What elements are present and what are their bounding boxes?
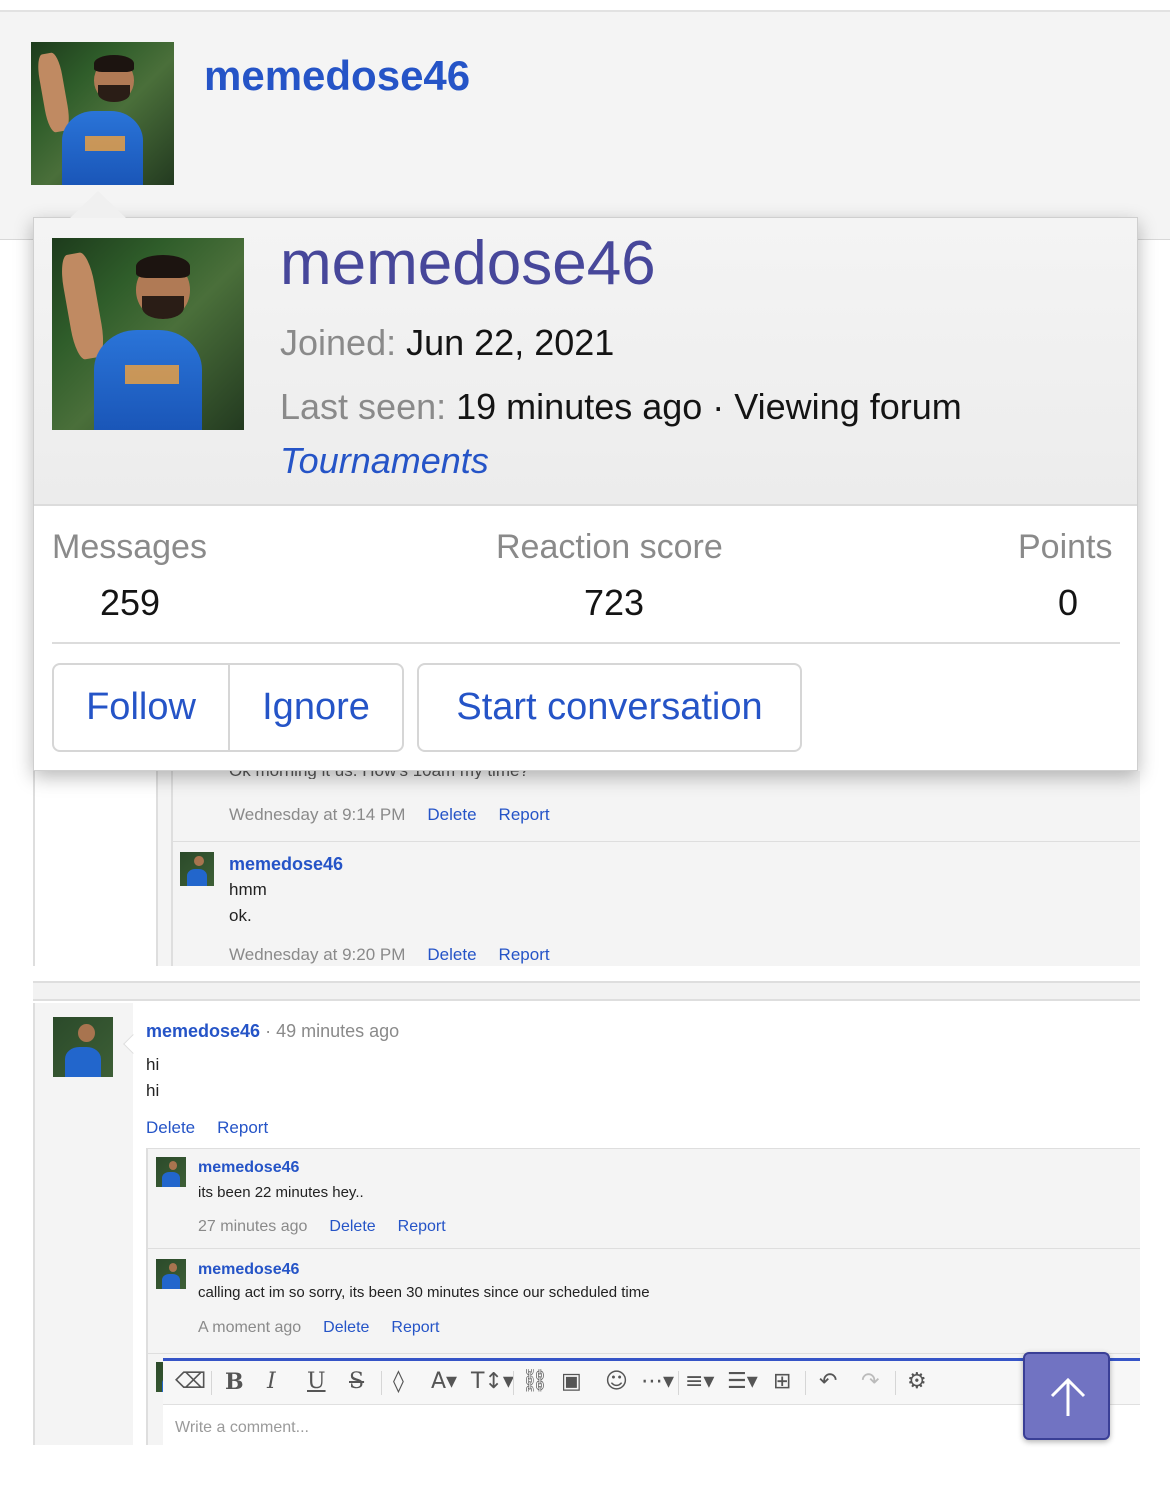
messages-label: Messages	[52, 528, 207, 566]
reply-avatar[interactable]	[180, 852, 214, 886]
reply-item: memedose46 calling act im so sorry, its …	[146, 1248, 1140, 1358]
redo-icon[interactable]: ↷	[861, 1369, 879, 1394]
post-header: memedose46 · 49 minutes ago	[146, 1021, 399, 1042]
post-text-line: hi	[146, 1081, 160, 1100]
reply-username[interactable]: memedose46	[198, 1159, 299, 1177]
reply-username[interactable]: memedose46	[229, 854, 343, 875]
italic-icon[interactable]: I	[267, 1369, 276, 1394]
link-icon[interactable]: ⛓	[521, 1369, 549, 1394]
report-link[interactable]: Report	[499, 805, 550, 824]
last-seen-label: Last seen:	[280, 386, 447, 427]
report-link[interactable]: Report	[217, 1118, 268, 1137]
joined-label: Joined:	[280, 322, 397, 363]
font-size-icon[interactable]: T↕▾	[471, 1369, 514, 1394]
underline-icon[interactable]: U	[307, 1369, 326, 1394]
reply-meta: 27 minutes ago Delete Report	[198, 1218, 446, 1236]
font-color-icon[interactable]: A▾	[431, 1369, 457, 1394]
arrow-up-icon	[1050, 1377, 1086, 1416]
delete-link[interactable]: Delete	[146, 1118, 195, 1137]
undo-icon[interactable]: ↶	[819, 1369, 837, 1394]
messages-value[interactable]: 259	[100, 582, 160, 624]
eraser-icon[interactable]: ⌫	[175, 1369, 206, 1394]
post-actions: Delete Report	[124, 1118, 268, 1138]
reply-meta: Wednesday at 9:14 PM Delete Report	[229, 805, 550, 825]
last-seen-row: Last seen: 19 minutes ago · Viewing foru…	[280, 386, 962, 428]
editor-toolbar: ⌫ B I U S ◊ A▾ T↕▾ ⛓ ▣ ☺ ⋯▾ ≡▾ ☰▾ ⊞ ↶ ↷ …	[163, 1361, 1140, 1405]
post-time: · 49 minutes ago	[265, 1021, 400, 1041]
post-username[interactable]: memedose46	[146, 1021, 260, 1041]
member-tooltip-card: memedose46 Joined: Jun 22, 2021 Last see…	[33, 217, 1138, 771]
report-link[interactable]: Report	[398, 1218, 446, 1235]
forum-link[interactable]: Tournaments	[280, 440, 489, 482]
emoji-icon[interactable]: ☺	[605, 1369, 628, 1394]
last-seen-value: 19 minutes ago · Viewing forum	[456, 386, 962, 427]
joined-value: Jun 22, 2021	[406, 322, 615, 363]
reaction-score-value: 723	[584, 582, 645, 623]
reply-time: A moment ago	[198, 1319, 302, 1336]
joined-row: Joined: Jun 22, 2021	[280, 322, 614, 364]
report-link[interactable]: Report	[391, 1319, 439, 1336]
card-username[interactable]: memedose46	[280, 228, 656, 299]
color-drop-icon[interactable]: ◊	[393, 1369, 404, 1394]
reply-item: memedose46 its been 22 minutes hey.. 27 …	[146, 1148, 1140, 1248]
post-text-line: hi	[146, 1055, 160, 1074]
thread-a: Ok morning it us. How's 10am my time? We…	[33, 767, 1140, 966]
list-icon[interactable]: ☰▾	[727, 1369, 758, 1394]
image-icon[interactable]: ▣	[561, 1369, 582, 1394]
reply-divider	[171, 841, 1140, 842]
strikethrough-icon[interactable]: S	[349, 1369, 364, 1394]
delete-link[interactable]: Delete	[329, 1218, 375, 1235]
settings-gear-icon[interactable]: ⚙	[907, 1369, 927, 1394]
header-avatar[interactable]	[31, 42, 174, 185]
reply-text: its been 22 minutes hey..	[198, 1184, 364, 1201]
points-label: Points	[1018, 528, 1113, 566]
reply-avatar[interactable]	[156, 1157, 186, 1187]
reply-avatar[interactable]	[156, 1259, 186, 1289]
reply-text: calling act im so sorry, its been 30 min…	[198, 1284, 650, 1301]
post-avatar[interactable]	[53, 1017, 113, 1077]
page: memedose46 Ok morning it us. How's 10am …	[0, 0, 1170, 1504]
comment-input[interactable]: Write a comment...	[175, 1419, 309, 1437]
reply-time: 27 minutes ago	[198, 1218, 308, 1235]
thread-a-gutter	[33, 771, 158, 966]
follow-button[interactable]: Follow	[54, 665, 230, 750]
reply-text-line: hmm	[229, 880, 267, 899]
reply-time: Wednesday at 9:14 PM	[229, 805, 406, 824]
section-divider	[33, 981, 1140, 1001]
reply-meta: A moment ago Delete Report	[198, 1319, 439, 1337]
reply-meta: Wednesday at 9:20 PM Delete Report	[229, 945, 550, 965]
card-divider	[52, 642, 1120, 644]
comment-editor: ⌫ B I U S ◊ A▾ T↕▾ ⛓ ▣ ☺ ⋯▾ ≡▾ ☰▾ ⊞ ↶ ↷ …	[163, 1358, 1140, 1445]
start-conversation-button[interactable]: Start conversation	[417, 663, 802, 752]
reply-text-line: ok.	[229, 906, 252, 925]
reply-username[interactable]: memedose46	[198, 1261, 299, 1279]
delete-link[interactable]: Delete	[427, 805, 476, 824]
card-pointer	[70, 191, 126, 218]
align-icon[interactable]: ≡▾	[685, 1369, 714, 1394]
header-username[interactable]: memedose46	[204, 52, 470, 100]
more-options-icon[interactable]: ⋯▾	[641, 1369, 674, 1394]
member-header	[0, 10, 1170, 240]
points-value: 0	[1058, 582, 1079, 623]
delete-link[interactable]: Delete	[323, 1319, 369, 1336]
follow-ignore-group: Follow Ignore	[52, 663, 404, 752]
bold-icon[interactable]: B	[225, 1369, 244, 1395]
ignore-button[interactable]: Ignore	[230, 665, 402, 750]
report-link[interactable]: Report	[499, 945, 550, 964]
scroll-to-top-button[interactable]	[1023, 1352, 1110, 1440]
reply-time: Wednesday at 9:20 PM	[229, 945, 406, 964]
delete-link[interactable]: Delete	[427, 945, 476, 964]
card-avatar[interactable]	[52, 238, 244, 430]
table-icon[interactable]: ⊞	[773, 1369, 791, 1394]
reaction-score-label: Reaction score	[496, 528, 723, 566]
